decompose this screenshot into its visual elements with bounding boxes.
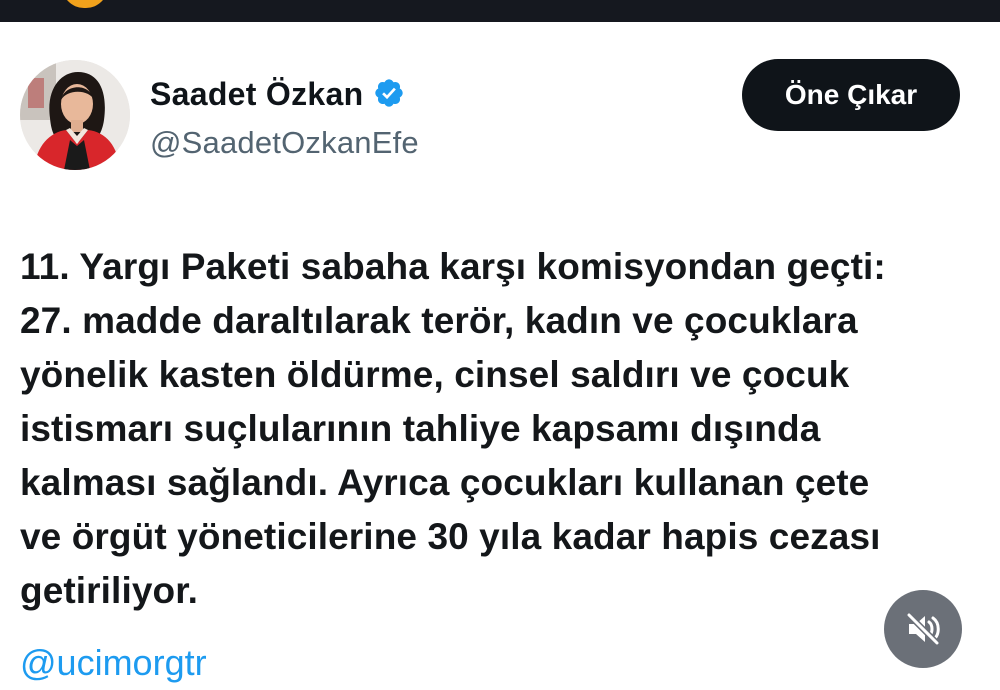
- tweet-line: yönelik kasten öldürme, cinsel saldırı v…: [20, 354, 850, 395]
- tweet-line: ve örgüt yöneticilerine 30 yıla kadar ha…: [20, 516, 881, 557]
- avatar[interactable]: [20, 60, 130, 170]
- feature-button[interactable]: Öne Çıkar: [742, 59, 960, 131]
- tweet-body: 11. Yargı Paketi sabaha karşı komisyonda…: [20, 240, 995, 618]
- tweet-line: 27. madde daraltılarak terör, kadın ve ç…: [20, 300, 858, 341]
- mute-toggle-button[interactable]: [884, 590, 962, 668]
- story-ring-fragment: [62, 0, 108, 8]
- tweet-line: kalması sağlandı. Ayrıca çocukları kulla…: [20, 462, 870, 503]
- verified-badge-icon: [373, 77, 405, 109]
- display-name[interactable]: Saadet Özkan: [150, 76, 405, 113]
- tweet-line: getiriliyor.: [20, 570, 199, 611]
- tweet-line: istismarı suçlularının tahliye kapsamı d…: [20, 408, 821, 449]
- top-status-bar: [0, 0, 1000, 22]
- avatar-portrait: [20, 60, 130, 170]
- tweet-line: 11. Yargı Paketi sabaha karşı komisyonda…: [20, 246, 886, 287]
- speaker-muted-icon: [906, 612, 940, 646]
- display-name-text: Saadet Özkan: [150, 76, 364, 112]
- user-handle[interactable]: @SaadetOzkanEfe: [150, 125, 419, 161]
- mention-link[interactable]: @ucimorgtr: [20, 636, 207, 690]
